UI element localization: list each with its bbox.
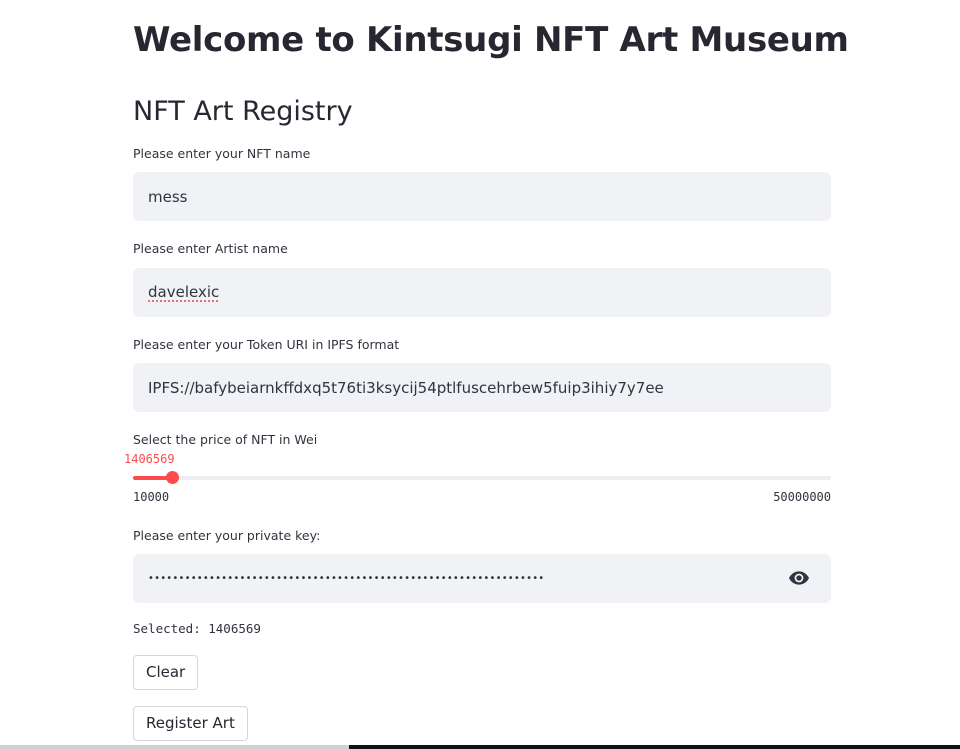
eye-icon[interactable] <box>789 571 809 585</box>
page: Welcome to Kintsugi NFT Art Museum NFT A… <box>0 0 960 749</box>
private-key-input[interactable]: ••••••••••••••••••••••••••••••••••••••••… <box>148 554 544 603</box>
token-uri-input[interactable] <box>148 363 768 412</box>
slider-current-value: 1406569 <box>124 452 175 466</box>
token-uri-label: Please enter your Token URI in IPFS form… <box>133 337 400 352</box>
nft-name-field[interactable] <box>133 172 831 221</box>
artist-name-input[interactable]: davelexic <box>148 268 219 317</box>
clear-button[interactable]: Clear <box>133 655 199 690</box>
register-art-button[interactable]: Register Art <box>133 706 248 741</box>
private-key-field[interactable]: ••••••••••••••••••••••••••••••••••••••••… <box>133 554 831 603</box>
section-title: NFT Art Registry <box>133 96 353 127</box>
artist-name-field[interactable]: davelexic <box>133 268 831 317</box>
artist-name-value: davelexic <box>148 283 220 301</box>
slider-thumb[interactable] <box>165 471 179 484</box>
price-label: Select the price of NFT in Wei <box>133 432 318 447</box>
nft-name-input[interactable] <box>148 172 768 221</box>
window-bottom-edge-left <box>0 745 349 749</box>
page-title: Welcome to Kintsugi NFT Art Museum <box>133 20 849 60</box>
slider-min-label: 10000 <box>133 490 170 504</box>
nft-name-label: Please enter your NFT name <box>133 146 311 161</box>
slider-max-label: 50000000 <box>773 490 831 504</box>
token-uri-field[interactable] <box>133 363 831 412</box>
window-bottom-edge-right <box>349 745 960 749</box>
artist-name-label: Please enter Artist name <box>133 241 288 256</box>
private-key-label: Please enter your private key: <box>133 528 321 543</box>
selected-value-text: Selected: 1406569 <box>133 621 261 636</box>
price-slider[interactable] <box>133 471 831 484</box>
